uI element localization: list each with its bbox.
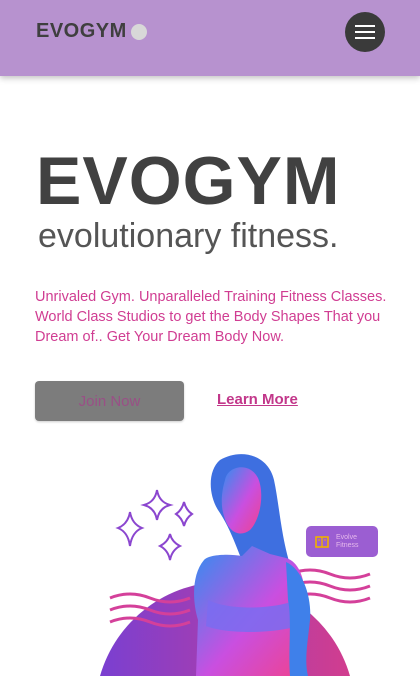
- badge-line-2: Fitness: [336, 541, 359, 549]
- sparkle-icon: [157, 533, 183, 561]
- sparkle-icon: [140, 489, 174, 521]
- book-icon: [315, 535, 329, 548]
- hero-logo: EVOGYM evolutionary fitness.: [36, 142, 341, 256]
- badge-text: Evolve Fitness: [336, 534, 359, 550]
- hero-description: Unrivaled Gym. Unparalleled Training Fit…: [35, 289, 387, 345]
- hero-title: EVOGYM: [36, 143, 341, 219]
- learn-more-link[interactable]: Learn More: [217, 391, 298, 408]
- logo-dot-icon: [130, 23, 147, 40]
- menu-button[interactable]: [345, 12, 385, 52]
- sparkle-icon: [115, 511, 145, 547]
- join-now-button[interactable]: Join Now: [35, 381, 184, 421]
- fitness-badge: Evolve Fitness: [306, 526, 378, 557]
- sparkle-icon: [174, 501, 194, 527]
- nav-logo-text: EVOGYM: [36, 20, 127, 42]
- hero-illustration: [100, 454, 371, 676]
- top-navbar: EVOGYM: [0, 0, 420, 76]
- badge-line-1: Evolve: [336, 533, 358, 541]
- woman-figure: [194, 454, 311, 676]
- nav-logo[interactable]: EVOGYM: [36, 20, 147, 43]
- hamburger-menu-icon: [355, 25, 375, 39]
- hero-tagline: evolutionary fitness.: [38, 217, 339, 255]
